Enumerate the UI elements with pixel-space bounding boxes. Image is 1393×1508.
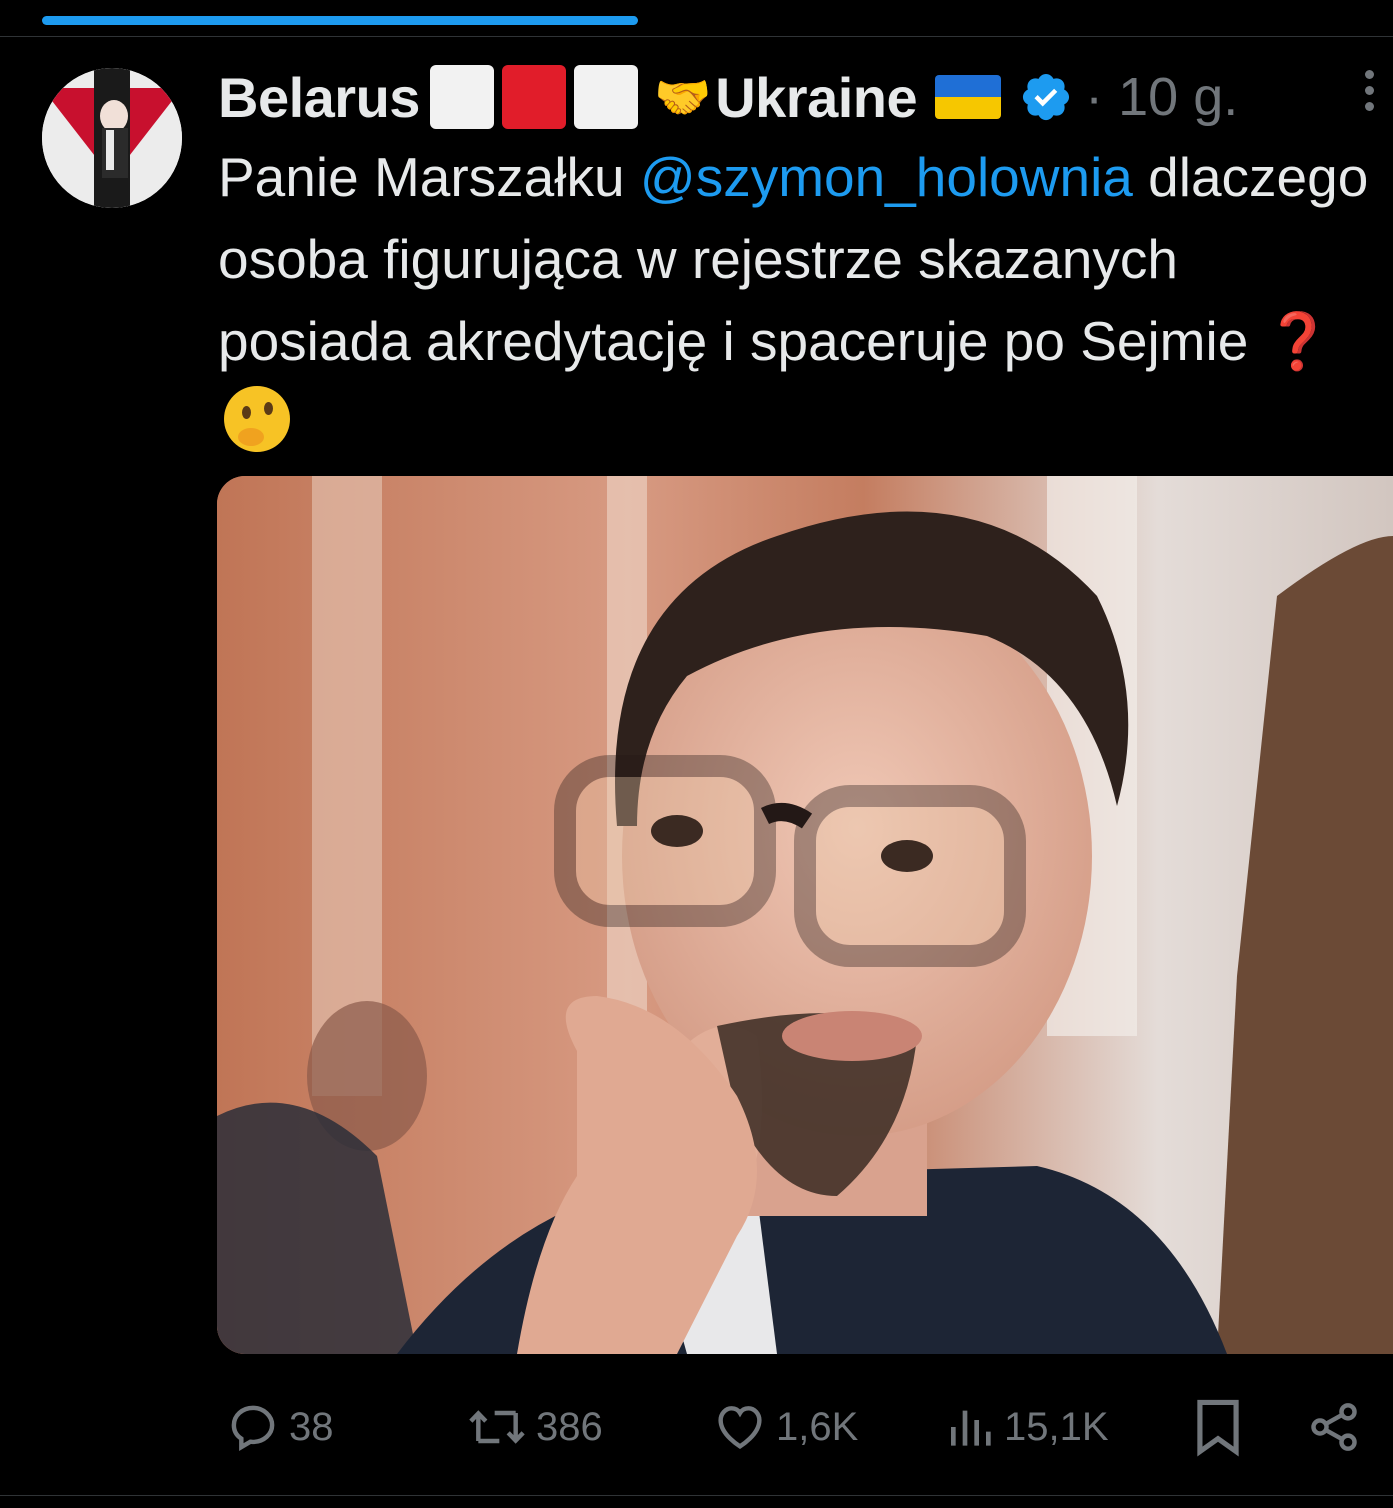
reply-count: 38: [289, 1404, 334, 1449]
author-name[interactable]: Belarus: [218, 65, 420, 130]
like-count: 1,6K: [776, 1404, 859, 1449]
tweet-header: Belarus 🤝 Ukraine · 10 g.: [218, 62, 1238, 132]
avatar[interactable]: [42, 68, 182, 208]
tweet-text-start: Panie Marszałku: [218, 146, 640, 208]
loading-progress-bar: [42, 16, 638, 25]
photo-man-with-glasses: [217, 476, 1393, 1354]
more-options-icon[interactable]: [1360, 70, 1378, 120]
bookmark-button[interactable]: [1192, 1395, 1244, 1459]
handshake-icon: 🤝: [653, 70, 712, 123]
tweet-photo[interactable]: [217, 476, 1393, 1354]
heart-icon: [718, 1406, 762, 1449]
verified-badge-icon[interactable]: [1019, 70, 1073, 124]
author-name-suffix[interactable]: Ukraine: [715, 65, 917, 130]
question-mark-icon: ❓: [1263, 310, 1333, 372]
bookmark-icon: [1197, 1399, 1239, 1457]
analytics-icon: [951, 1410, 991, 1446]
repost-button[interactable]: 386: [466, 1395, 603, 1459]
views-count: 15,1K: [1004, 1404, 1109, 1449]
views-button[interactable]: 15,1K: [948, 1395, 1109, 1459]
repost-icon: [469, 1410, 525, 1444]
share-button[interactable]: [1306, 1395, 1362, 1459]
reply-button[interactable]: 38: [225, 1395, 334, 1459]
divider: [0, 1495, 1393, 1496]
tweet-text: Panie Marszałku @szymon_holownia dlaczeg…: [218, 136, 1378, 464]
divider: [0, 36, 1393, 37]
reply-icon: [231, 1405, 275, 1451]
tweet-timestamp[interactable]: · 10 g.: [1085, 66, 1238, 128]
tweet-actions: 38 386 1,6K 15,1K: [0, 1395, 1393, 1459]
share-icon: [1311, 1403, 1357, 1451]
mention-link[interactable]: @szymon_holownia: [640, 146, 1133, 208]
ukraine-flag-icon: [935, 75, 1002, 119]
avatar-image: [42, 68, 182, 208]
like-button[interactable]: 1,6K: [712, 1395, 858, 1459]
repost-count: 386: [536, 1404, 603, 1449]
thinking-face-icon: [224, 386, 290, 452]
belarus-flag-icon: [429, 65, 646, 129]
